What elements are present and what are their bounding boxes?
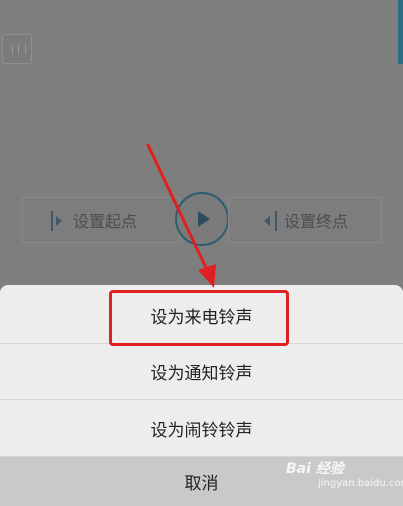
watermark-url: jingyan.baidu.com: [318, 478, 403, 489]
watermark-brand: Bai 经验: [286, 461, 344, 477]
red-arrow-annotation: [146, 143, 216, 288]
